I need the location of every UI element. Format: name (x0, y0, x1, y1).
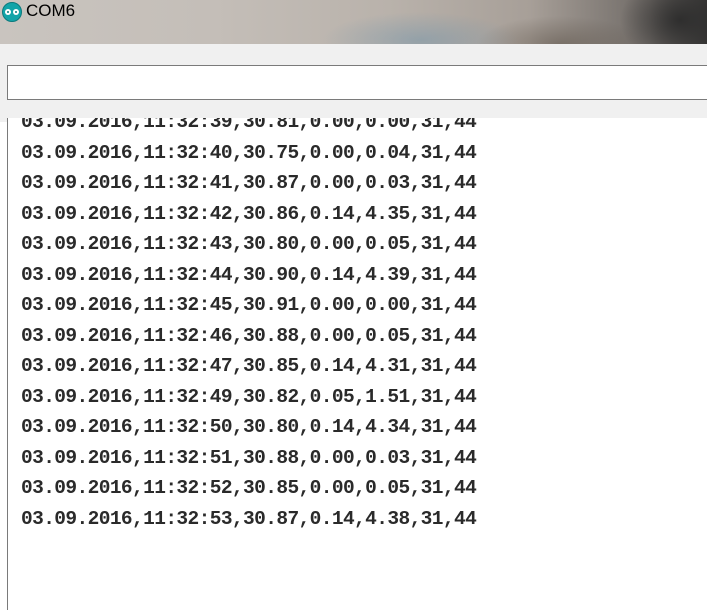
serial-line: 03.09.2016,11:32:46,30.88,0.00,0.05,31,4… (21, 324, 477, 347)
window-title: COM6 (26, 1, 76, 20)
send-bar (0, 44, 707, 122)
serial-line-partial: 03.09.2016,11:32:39,30.81,0.00,0.00,31,4… (21, 118, 477, 133)
icon-eye-left (5, 9, 11, 15)
serial-line: 03.09.2016,11:32:40,30.75,0.00,0.04,31,4… (21, 141, 477, 164)
serial-line: 03.09.2016,11:32:49,30.82,0.05,1.51,31,4… (21, 385, 477, 408)
serial-line: 03.09.2016,11:32:42,30.86,0.14,4.35,31,4… (21, 202, 477, 225)
serial-line: 03.09.2016,11:32:43,30.80,0.00,0.05,31,4… (21, 233, 477, 255)
arduino-serial-icon (2, 2, 22, 22)
serial-line: 03.09.2016,11:32:51,30.88,0.00,0.03,31,4… (21, 446, 477, 469)
serial-output[interactable]: 03.09.2016,11:32:39,30.81,0.00,0.00,31,4… (7, 118, 707, 610)
serial-line: 03.09.2016,11:32:53,30.87,0.14,4.38,31,4… (21, 507, 477, 530)
serial-line: 03.09.2016,11:32:50,30.80,0.14,4.34,31,4… (21, 416, 477, 438)
serial-line: 03.09.2016,11:32:45,30.91,0.00,0.00,31,4… (21, 294, 477, 316)
serial-output-lines: 03.09.2016,11:32:39,30.81,0.00,0.00,31,4… (21, 118, 477, 534)
serial-monitor-window: COM6 03.09.2016,11:32:39,30.81,0.00,0.00… (0, 0, 707, 610)
serial-line: 03.09.2016,11:32:47,30.85,0.14,4.31,31,4… (21, 355, 477, 377)
serial-line: 03.09.2016,11:32:44,30.90,0.14,4.39,31,4… (21, 263, 477, 286)
serial-line: 03.09.2016,11:32:52,30.85,0.00,0.05,31,4… (21, 477, 477, 499)
title-bar[interactable]: COM6 (0, 0, 707, 44)
icon-eye-right (13, 9, 19, 15)
send-input[interactable] (7, 65, 707, 100)
serial-line: 03.09.2016,11:32:41,30.87,0.00,0.03,31,4… (21, 172, 477, 194)
